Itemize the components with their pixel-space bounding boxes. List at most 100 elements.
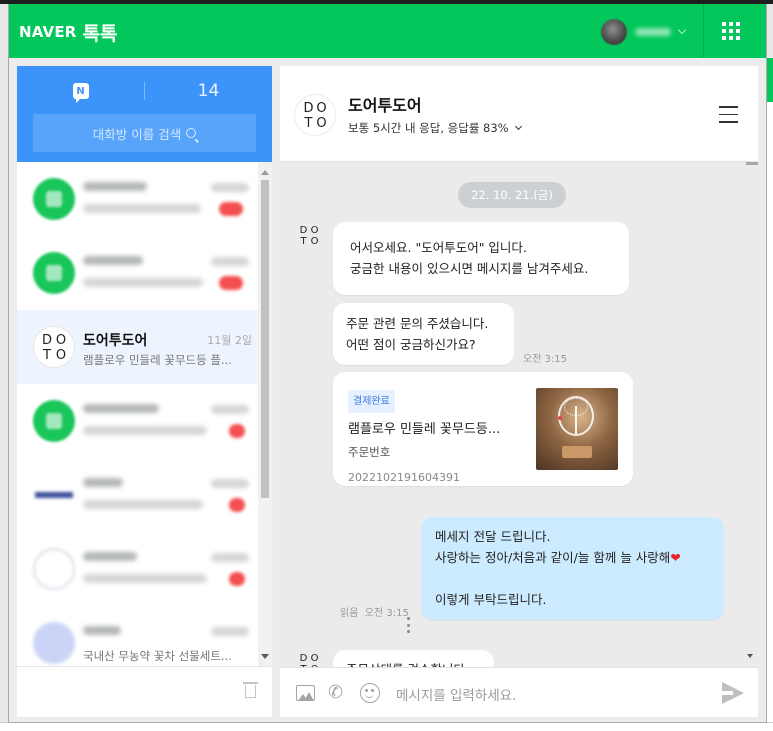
- redacted-date: [211, 479, 249, 488]
- message-options-icon[interactable]: [406, 617, 410, 633]
- conversation-date: 11월 2일: [207, 334, 252, 347]
- conversation-item-redacted[interactable]: [17, 236, 258, 310]
- naver-talktalk-logo[interactable]: NAVER 톡톡: [19, 18, 118, 46]
- avatar: [33, 622, 75, 664]
- chat-panel: DO TO 도어투도어 보통 5시간 내 응답, 응답률 83% 22. 10.…: [280, 66, 758, 717]
- chevron-down-icon: [514, 122, 522, 131]
- chat-scrollbar-thumb[interactable]: [746, 162, 758, 165]
- message-line: 메세지 전달 드립니다.: [435, 529, 551, 544]
- message-line: 어서오세요. "도어투도어" 입니다.: [350, 240, 527, 255]
- image-attach-icon[interactable]: [296, 685, 315, 701]
- my-message-bubble: 메세지 전달 드립니다. 사랑하는 정아/처음과 같이/늘 함께 늘 사랑해❤ …: [421, 517, 724, 620]
- tab-unread-count[interactable]: 14: [145, 76, 272, 106]
- redacted-name: [83, 626, 121, 635]
- avatar: DO TO: [33, 326, 75, 368]
- order-card[interactable]: 결제완료 램플로우 민들레 꽃무드등... 주문번호 2022102191604…: [333, 372, 633, 486]
- redacted-name: [83, 182, 147, 191]
- message-input[interactable]: 메시지를 입력하세요.: [396, 684, 516, 704]
- redacted-date: [211, 553, 249, 562]
- logo-naver-text: NAVER: [19, 23, 77, 41]
- message-line: 궁금한 내용이 있으시면 메시지를 남겨주세요.: [350, 261, 589, 276]
- chat-title: 도어투도어: [348, 96, 422, 115]
- order-number: 2022102191604391: [348, 471, 460, 484]
- avatar: [33, 252, 75, 294]
- tab-talktalk[interactable]: N: [17, 76, 144, 106]
- doto-logo-icon: DO TO: [299, 225, 319, 247]
- message-line: 사랑하는 정아/처음과 같이/늘 함께 늘 사랑해❤: [435, 550, 681, 565]
- conversation-item-redacted[interactable]: [17, 458, 258, 532]
- conversation-item-selected[interactable]: DO TO 도어투도어 11월 2일 램플로우 민들레 꽃무드등 플...: [17, 310, 258, 384]
- response-rate-text: 보통 5시간 내 응답, 응답률 83%: [348, 121, 509, 135]
- product-thumbnail[interactable]: [536, 388, 618, 470]
- send-icon[interactable]: [722, 682, 744, 704]
- avatar: [33, 548, 75, 590]
- redacted-preview: [83, 204, 201, 213]
- redacted-preview: [83, 500, 203, 509]
- message-line: 이렇게 부탁드립니다.: [435, 592, 547, 607]
- search-icon: [186, 128, 197, 138]
- redacted-preview: [83, 426, 207, 435]
- unread-badge: [219, 276, 243, 290]
- scrollbar-thumb[interactable]: [261, 180, 269, 498]
- conversation-scrollbar[interactable]: [258, 162, 272, 666]
- chat-header: DO TO 도어투도어 보통 5시간 내 응답, 응답률 83%: [280, 66, 758, 162]
- app-header: NAVER 톡톡: [9, 4, 766, 58]
- header-divider: [703, 4, 704, 58]
- avatar: [33, 474, 75, 516]
- scroll-down-arrow-icon[interactable]: [261, 654, 269, 659]
- room-search-placeholder: 대화방 이름 검색: [92, 126, 182, 142]
- shop-avatar[interactable]: DO TO: [294, 94, 336, 136]
- conversation-panel-header: N 14 대화방 이름 검색: [17, 66, 272, 162]
- conversation-item-redacted[interactable]: [17, 162, 258, 236]
- message-bubble: 어서오세요. "도어투도어" 입니다. 궁금한 내용이 있으시면 메시지를 남겨…: [333, 222, 629, 295]
- logo-talktalk-text: 톡톡: [82, 22, 118, 45]
- unread-badge: [229, 424, 245, 438]
- scroll-down-arrow-icon[interactable]: [747, 654, 753, 658]
- redacted-preview: [83, 574, 207, 583]
- unread-badge: [219, 202, 243, 216]
- user-menu[interactable]: [601, 18, 687, 46]
- message-area[interactable]: 22. 10. 21.(금) DO TO 어서오세요. "도어투도어" 입니다.…: [280, 162, 758, 667]
- scroll-up-arrow-icon[interactable]: [261, 170, 269, 175]
- conversation-preview: 국내산 무농약 꽃차 선물세트...: [83, 649, 232, 663]
- conversation-item-redacted[interactable]: [17, 384, 258, 458]
- backdrop-bottom: [0, 722, 773, 731]
- conversation-preview: 램플로우 민들레 꽃무드등 플...: [83, 353, 232, 367]
- conversation-list: DO TO 도어투도어 11월 2일 램플로우 민들레 꽃무드등 플... 국내…: [17, 162, 258, 666]
- apps-grid-icon[interactable]: [721, 21, 741, 41]
- message-read-status: 읽음 오전 3:15: [340, 608, 409, 619]
- message-line: [435, 568, 724, 589]
- shop-avatar-small[interactable]: DO TO: [296, 224, 326, 254]
- room-search-input[interactable]: 대화방 이름 검색: [33, 114, 256, 152]
- date-divider: 22. 10. 21.(금): [458, 182, 566, 208]
- message-line: 어떤 점이 궁금하신가요?: [346, 337, 476, 352]
- conversation-panel: N 14 대화방 이름 검색 D O T O 도어투도어 11월 2일 램플로우…: [17, 66, 272, 717]
- phone-icon[interactable]: ✆: [328, 682, 343, 703]
- trash-icon[interactable]: [243, 682, 258, 698]
- conversation-name: 도어투도어: [83, 333, 148, 349]
- redacted-name: [83, 552, 137, 561]
- redacted-date: [211, 183, 249, 192]
- message-time: 오전 3:15: [523, 354, 568, 365]
- response-rate-toggle[interactable]: 보통 5시간 내 응답, 응답률 83%: [348, 120, 522, 136]
- message-composer: ✆ 메시지를 입력하세요.: [280, 667, 758, 717]
- emoji-icon[interactable]: [360, 683, 380, 703]
- message-line: 주문상태를 검수합니다: [346, 659, 494, 667]
- unread-badge: [229, 572, 245, 586]
- redacted-preview: [83, 278, 203, 287]
- redacted-date: [211, 627, 249, 636]
- conversation-item-redacted[interactable]: [17, 532, 258, 606]
- doto-logo-icon: DO TO: [41, 333, 67, 363]
- redacted-date: [211, 257, 249, 266]
- doto-logo-icon: DO TO: [299, 653, 319, 668]
- user-name-redacted: [635, 28, 671, 36]
- conversation-panel-footer: [17, 666, 272, 717]
- hamburger-menu-icon[interactable]: [719, 106, 738, 123]
- redacted-name: [83, 256, 143, 265]
- conversation-item-partial[interactable]: 국내산 무농약 꽃차 선물세트...: [17, 606, 258, 666]
- heart-icon: ❤: [670, 550, 681, 565]
- redacted-name: [83, 478, 123, 487]
- redacted-name: [83, 404, 159, 413]
- talktalk-window: NAVER 톡톡 N 14 대화방 이름 검색 D O T O 도어투도어 11…: [8, 4, 767, 723]
- shop-avatar-small[interactable]: DO TO: [296, 652, 326, 668]
